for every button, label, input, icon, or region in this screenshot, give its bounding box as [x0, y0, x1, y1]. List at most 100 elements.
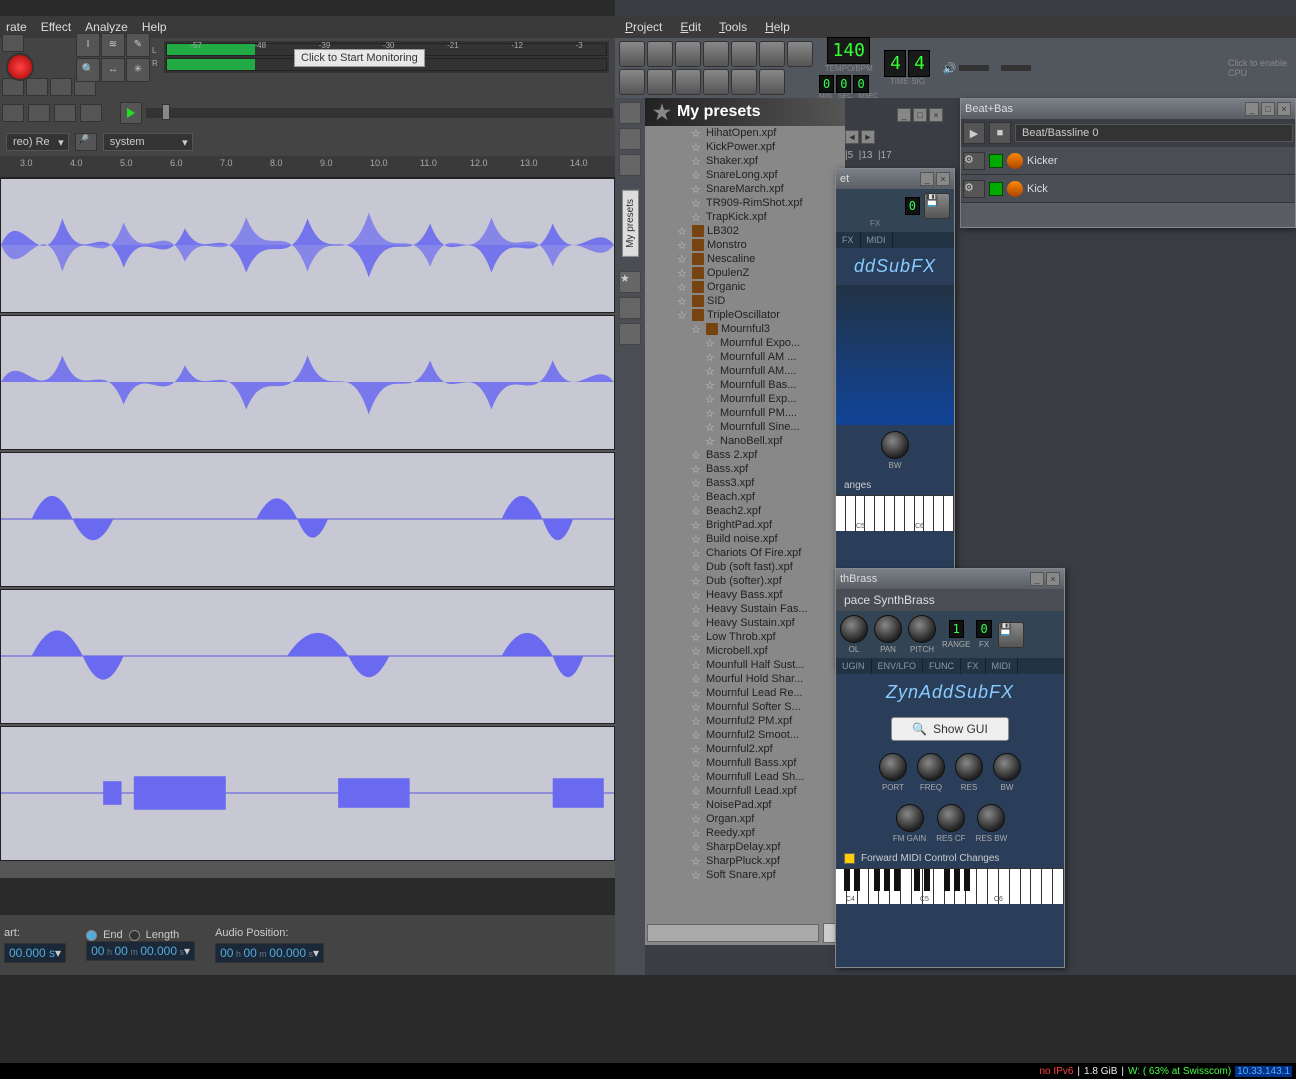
zoom-fit-button[interactable]: [80, 104, 102, 122]
preset-file[interactable]: ☆ TR909-RimShot.xpf: [645, 196, 845, 210]
favorite-star-icon[interactable]: ☆: [691, 813, 703, 825]
piano-keyboard[interactable]: C5C6: [836, 495, 954, 531]
preset-file[interactable]: ☆ Microbell.xpf: [645, 644, 845, 658]
preset-file[interactable]: ☆ HihatOpen.xpf: [645, 126, 845, 140]
preset-file[interactable]: ☆ SharpDelay.xpf: [645, 840, 845, 854]
audio-track[interactable]: [0, 589, 615, 724]
new-project-button[interactable]: [619, 41, 645, 67]
favorite-star-icon[interactable]: ☆: [691, 141, 703, 153]
minimize-button[interactable]: _: [920, 172, 934, 186]
favorite-star-icon[interactable]: ☆: [691, 855, 703, 867]
save-button[interactable]: [675, 41, 701, 67]
controller-button[interactable]: [759, 69, 785, 95]
favorite-star-icon[interactable]: ☆: [691, 463, 703, 475]
fx-display[interactable]: 0: [976, 620, 991, 638]
preset-file[interactable]: ☆ Soft Snare.xpf: [645, 868, 845, 882]
preset-file[interactable]: ☆ Mournfull Bas...: [645, 378, 845, 392]
preset-file[interactable]: ☆ Mournfull Sine...: [645, 420, 845, 434]
preset-file[interactable]: ☆ Shaker.xpf: [645, 154, 845, 168]
bb-play-button[interactable]: ▶: [963, 122, 985, 144]
favorite-star-icon[interactable]: ☆: [691, 869, 703, 881]
preset-file[interactable]: ☆ Build noise.xpf: [645, 532, 845, 546]
preset-file[interactable]: ☆ Mournfull Lead Sh...: [645, 770, 845, 784]
resbw-knob[interactable]: [977, 804, 1005, 832]
preset-file[interactable]: ☆ Bass 2.xpf: [645, 448, 845, 462]
preset-file[interactable]: ☆ Beach2.xpf: [645, 504, 845, 518]
zoom-in-button[interactable]: [28, 104, 50, 122]
favorite-star-icon[interactable]: ☆: [691, 743, 703, 755]
port-knob[interactable]: [879, 753, 907, 781]
preset-file[interactable]: ☆ Heavy Bass.xpf: [645, 588, 845, 602]
start-time[interactable]: 00.000 s▾: [4, 943, 66, 963]
menu-edit[interactable]: Edit: [680, 20, 701, 34]
preset-file[interactable]: ☆ Mournful2.xpf: [645, 742, 845, 756]
tracks-area[interactable]: [0, 178, 615, 878]
favorite-star-icon[interactable]: ☆: [705, 435, 717, 447]
favorite-star-icon[interactable]: ☆: [691, 659, 703, 671]
favorite-star-icon[interactable]: ☆: [691, 631, 703, 643]
preset-file[interactable]: ☆ TrapKick.xpf: [645, 210, 845, 224]
instrument-name-field[interactable]: pace SynthBrass: [836, 589, 1064, 611]
audio-track[interactable]: [0, 315, 615, 450]
menu-effect[interactable]: Effect: [41, 20, 71, 34]
favorite-star-icon[interactable]: ☆: [691, 701, 703, 713]
menu-tools[interactable]: Tools: [719, 20, 747, 34]
favorite-star-icon[interactable]: ☆: [705, 337, 717, 349]
favorite-star-icon[interactable]: ☆: [691, 785, 703, 797]
inst2-titlebar[interactable]: thBrass _ ×: [836, 569, 1064, 589]
preset-file[interactable]: ☆ Bass3.xpf: [645, 476, 845, 490]
favorite-star-icon[interactable]: ☆: [677, 309, 689, 321]
computer-icon[interactable]: [619, 323, 641, 345]
host-dropdown[interactable]: reo) Re: [6, 133, 69, 151]
favorite-star-icon[interactable]: ☆: [691, 169, 703, 181]
preset-file[interactable]: ☆ Mournful2 PM.xpf: [645, 714, 845, 728]
bb-track-row[interactable]: ⚙ Kicker: [961, 147, 1295, 175]
favorite-star-icon[interactable]: ☆: [691, 575, 703, 587]
favorite-star-icon[interactable]: ☆: [691, 771, 703, 783]
folder-item[interactable]: ☆ Monstro: [645, 238, 845, 252]
favorite-star-icon[interactable]: ☆: [691, 687, 703, 699]
folder-item[interactable]: ☆ Nescaline: [645, 252, 845, 266]
menu-help[interactable]: Help: [765, 20, 790, 34]
inst1-titlebar[interactable]: et _ ×: [836, 169, 954, 189]
position-time[interactable]: 00 h 00 m 00.000 s▾: [215, 943, 324, 963]
preset-file[interactable]: ☆ Heavy Sustain.xpf: [645, 616, 845, 630]
favorite-star-icon[interactable]: ☆: [691, 155, 703, 167]
paste-button[interactable]: [50, 78, 72, 96]
favorite-star-icon[interactable]: ☆: [691, 505, 703, 517]
preset-file[interactable]: ☆ SnareMarch.xpf: [645, 182, 845, 196]
favorite-star-icon[interactable]: ☆: [691, 757, 703, 769]
preset-file[interactable]: ☆ NoisePad.xpf: [645, 798, 845, 812]
output-dropdown[interactable]: system: [103, 133, 193, 151]
favorite-star-icon[interactable]: ☆: [691, 449, 703, 461]
length-radio[interactable]: [129, 930, 140, 941]
tab-midi[interactable]: MIDI: [861, 232, 893, 248]
favorite-star-icon[interactable]: ☆: [705, 351, 717, 363]
minimize-button[interactable]: _: [897, 108, 911, 122]
preset-file[interactable]: ☆ Mournful Softer S...: [645, 700, 845, 714]
folder-item[interactable]: ☆ LB302: [645, 224, 845, 238]
scroll-left-button[interactable]: ◄: [845, 130, 859, 144]
preset-file[interactable]: ☆ SnareLong.xpf: [645, 168, 845, 182]
pause-button[interactable]: [2, 34, 24, 52]
favorite-star-icon[interactable]: ☆: [705, 407, 717, 419]
slider-thumb[interactable]: [162, 104, 170, 120]
audio-track[interactable]: [0, 452, 615, 587]
favorite-star-icon[interactable]: ☆: [691, 127, 703, 139]
export-button[interactable]: [703, 41, 729, 67]
speed-slider[interactable]: [146, 108, 613, 118]
favorite-star-icon[interactable]: ☆: [691, 799, 703, 811]
meter-hint[interactable]: Click to Start Monitoring: [294, 49, 425, 67]
favorite-star-icon[interactable]: ☆: [691, 827, 703, 839]
favorite-star-icon[interactable]: ☆: [691, 323, 703, 335]
favorite-star-icon[interactable]: ☆: [691, 645, 703, 657]
timesig-den[interactable]: 4: [908, 50, 930, 77]
track-name[interactable]: Kick: [1027, 183, 1107, 195]
midi-forward-partial[interactable]: anges: [836, 476, 954, 495]
close-button[interactable]: ×: [936, 172, 950, 186]
favorite-star-icon[interactable]: ☆: [691, 477, 703, 489]
close-button[interactable]: ×: [1277, 102, 1291, 116]
record-button[interactable]: [6, 53, 34, 81]
tab-env[interactable]: ENV/LFO: [872, 658, 924, 674]
folder-item[interactable]: ☆ SID: [645, 294, 845, 308]
